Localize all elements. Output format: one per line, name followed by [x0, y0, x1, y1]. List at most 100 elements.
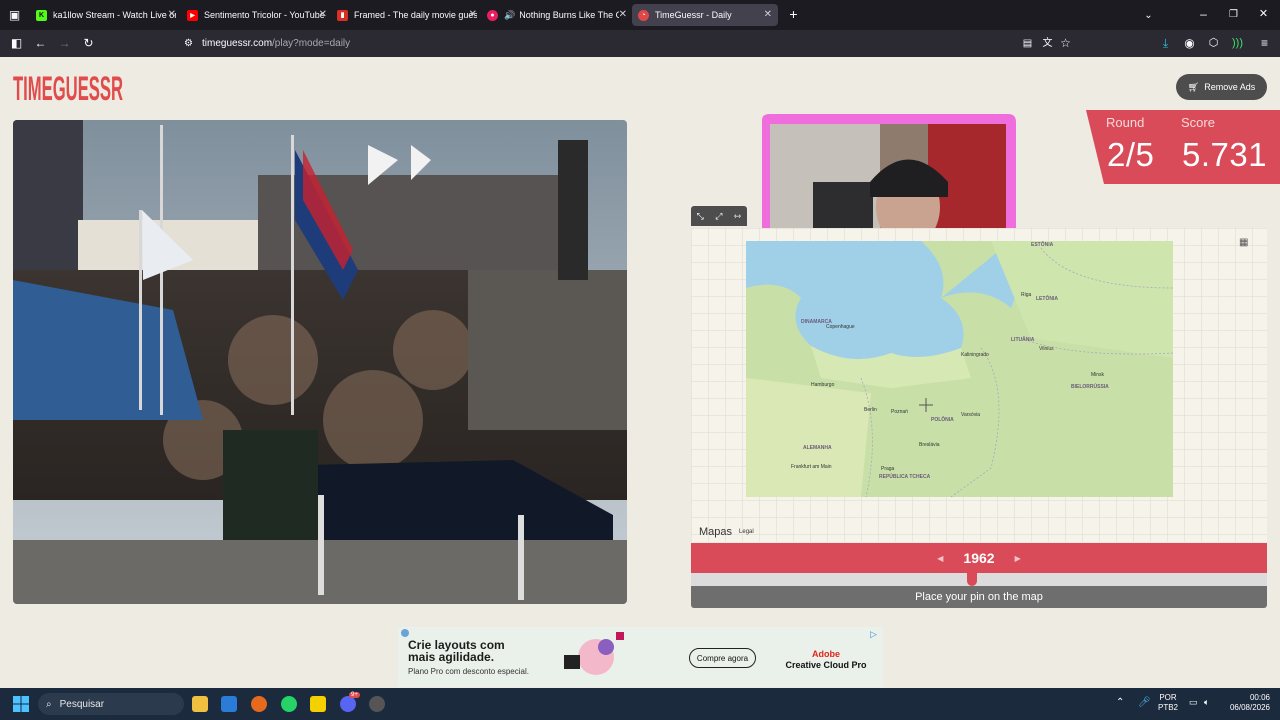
close-icon[interactable]: ✕ — [764, 9, 772, 20]
timeguessr-icon: ◔ — [638, 9, 649, 21]
place-pin-button[interactable]: Place your pin on the map — [691, 586, 1267, 608]
language-indicator[interactable]: POR PTB2 — [1158, 693, 1178, 713]
music-icon: ● — [487, 9, 498, 21]
monitor-icon[interactable]: ▭ — [1189, 697, 1198, 708]
discord-icon[interactable] — [340, 696, 356, 712]
year-value: 1962 — [963, 550, 995, 566]
map-label-latvia: LETÔNIA — [1036, 294, 1058, 302]
address-bar[interactable]: timeguessr.com/play?mode=daily — [202, 33, 1102, 54]
pin-map-icon[interactable]: ⇿ — [734, 211, 742, 222]
tab-kick[interactable]: K ka1llow Stream - Watch Live on ✕ — [36, 4, 176, 26]
extension-audio-icon[interactable]: ))) — [1230, 36, 1245, 51]
close-icon[interactable]: ✕ — [619, 9, 627, 20]
year-decrease-icon[interactable]: ◀ — [937, 554, 943, 563]
minimize-icon[interactable]: – — [1196, 7, 1211, 22]
map-legal-link[interactable]: Legal — [739, 529, 754, 535]
search-icon: ⌕ — [46, 698, 52, 710]
language-code: POR — [1159, 693, 1177, 702]
close-icon[interactable]: ✕ — [319, 9, 327, 20]
ad-subline: Plano Pro com desconto especial. — [408, 667, 529, 676]
tab-youtube[interactable]: ▶ Sentimento Tricolor - YouTube ✕ — [187, 4, 327, 26]
whatsapp-icon[interactable] — [281, 696, 297, 712]
tab-title: ka1llow Stream - Watch Live on — [53, 10, 176, 20]
speaker-icon[interactable]: 🔊 — [504, 10, 515, 21]
year-increase-icon[interactable]: ▶ — [1015, 554, 1021, 563]
year-slider-thumb[interactable] — [967, 573, 977, 586]
map-attribution-text: Mapas — [699, 526, 733, 538]
close-icon[interactable]: ✕ — [168, 9, 176, 20]
score-label: Score — [1181, 115, 1215, 130]
apple-maps-attribution: Mapas Legal — [697, 526, 754, 538]
account-icon[interactable]: ◉ — [1182, 36, 1197, 51]
tab-music[interactable]: ● 🔊 Nothing Burns Like The Col ✕ — [487, 4, 627, 26]
bookmark-star-icon[interactable]: ☆ — [1058, 36, 1073, 51]
expand-map-icon[interactable]: ⤡ — [697, 211, 704, 222]
guess-map[interactable]: ESTÔNIA LETÔNIA LITUÂNIA DINAMARCA BIELO… — [691, 228, 1267, 542]
sidebar-icon[interactable]: ◧ — [9, 36, 24, 51]
site-info-icon[interactable]: ⚙ — [181, 36, 196, 51]
timeguessr-logo[interactable]: TIMEGUESSR — [13, 66, 125, 108]
back-icon[interactable]: ← — [33, 36, 48, 51]
menu-icon[interactable]: ≡ — [1257, 36, 1272, 51]
ad-headline: Crie layouts com mais agilidade. — [408, 639, 505, 663]
year-slider[interactable] — [691, 573, 1267, 586]
url-host: timeguessr.com — [202, 38, 273, 49]
tab-title: Nothing Burns Like The Col — [519, 10, 620, 20]
round-score-panel: Round 2/5 Score 5.731 — [1086, 110, 1280, 184]
windows-taskbar: ⌕ Pesquisar 9+ ⌃ 🎤︎ POR PTB2 ▭ 🔈︎ 00:06 … — [0, 688, 1280, 720]
tab-timeguessr[interactable]: ◔ TimeGuessr - Daily ✕ — [632, 4, 778, 26]
extensions-icon[interactable]: ⬡ — [1206, 36, 1221, 51]
map-label-frankfurt: Frankfurt am Main — [791, 464, 832, 470]
tab-title: TimeGuessr - Daily — [655, 10, 732, 20]
reload-icon[interactable]: ↻ — [81, 36, 96, 51]
map-label-berlin: Berlin — [864, 407, 877, 413]
close-icon[interactable]: ✕ — [469, 9, 477, 20]
discord-badge: 9+ — [349, 692, 360, 698]
chevron-down-icon[interactable]: ⌄ — [1141, 8, 1156, 23]
youtube-icon: ▶ — [187, 9, 198, 21]
maximize-icon[interactable]: ❐ — [1226, 7, 1241, 22]
tab-overview-icon[interactable]: ▣ — [7, 8, 22, 23]
microphone-icon[interactable]: 🎤︎ — [1138, 697, 1151, 708]
taskbar-search[interactable]: ⌕ Pesquisar — [38, 693, 184, 715]
ad-cta-button[interactable]: Compre agora — [689, 648, 756, 668]
obs-icon[interactable] — [369, 696, 385, 712]
remove-ads-button[interactable]: 🛒︎ Remove Ads — [1176, 74, 1267, 100]
clock[interactable]: 00:06 06/08/2026 — [1226, 693, 1270, 713]
map-label-copenhagen: Copenhague — [826, 324, 855, 330]
sticky-notes-icon[interactable] — [310, 696, 326, 712]
tab-framed[interactable]: ▮ Framed - The daily movie guess ✕ — [337, 4, 477, 26]
volume-icon[interactable]: 🔈︎ — [1204, 697, 1209, 708]
svg-text:TIMEGUESSR: TIMEGUESSR — [13, 70, 123, 106]
framed-icon: ▮ — [337, 9, 348, 21]
download-icon[interactable]: ⤓ — [1158, 36, 1173, 51]
window-close-icon[interactable]: ✕ — [1256, 7, 1271, 22]
browser-nav-bar: ◧ ← → ↻ ⚙ timeguessr.com/play?mode=daily… — [0, 30, 1280, 57]
advertisement-banner[interactable]: Crie layouts com mais agilidade. Plano P… — [398, 627, 883, 687]
shrink-map-icon[interactable]: ⤢ — [715, 211, 722, 222]
reader-view-icon[interactable]: ▤ — [1020, 36, 1035, 51]
ad-illustration — [564, 632, 624, 675]
map-label-estonia: ESTÔNIA — [1031, 240, 1054, 248]
chevron-up-icon[interactable]: ⌃ — [1116, 697, 1124, 708]
map-label-vilnius: Vilnius — [1039, 346, 1054, 352]
windows-start-icon[interactable] — [13, 696, 29, 712]
ad-headline-line2: mais agilidade. — [408, 650, 495, 664]
map-label-prague: Praga — [881, 466, 895, 472]
kick-icon: K — [36, 9, 47, 21]
keyboard-layout: PTB2 — [1158, 703, 1179, 712]
tab-title: Framed - The daily movie guess — [354, 10, 477, 20]
browser-tab-bar: ▣ K ka1llow Stream - Watch Live on ✕ ▶ S… — [0, 0, 1280, 30]
ad-choices-icon[interactable]: ▷ — [870, 629, 877, 640]
translate-icon[interactable]: 文 — [1040, 36, 1055, 51]
ad-info-icon[interactable] — [401, 629, 409, 637]
round-value: 2/5 — [1107, 136, 1155, 173]
map-label-belarus: BIELORRÚSSIA — [1071, 383, 1109, 390]
file-explorer-icon[interactable] — [192, 696, 208, 712]
ad-brand: Adobe Creative Cloud Pro — [778, 649, 874, 671]
new-tab-icon[interactable]: + — [786, 7, 801, 22]
map-layers-icon[interactable]: ▦ — [1239, 237, 1248, 248]
firefox-icon[interactable] — [251, 696, 267, 712]
outlook-icon[interactable] — [221, 696, 237, 712]
forward-icon[interactable]: → — [57, 36, 72, 51]
